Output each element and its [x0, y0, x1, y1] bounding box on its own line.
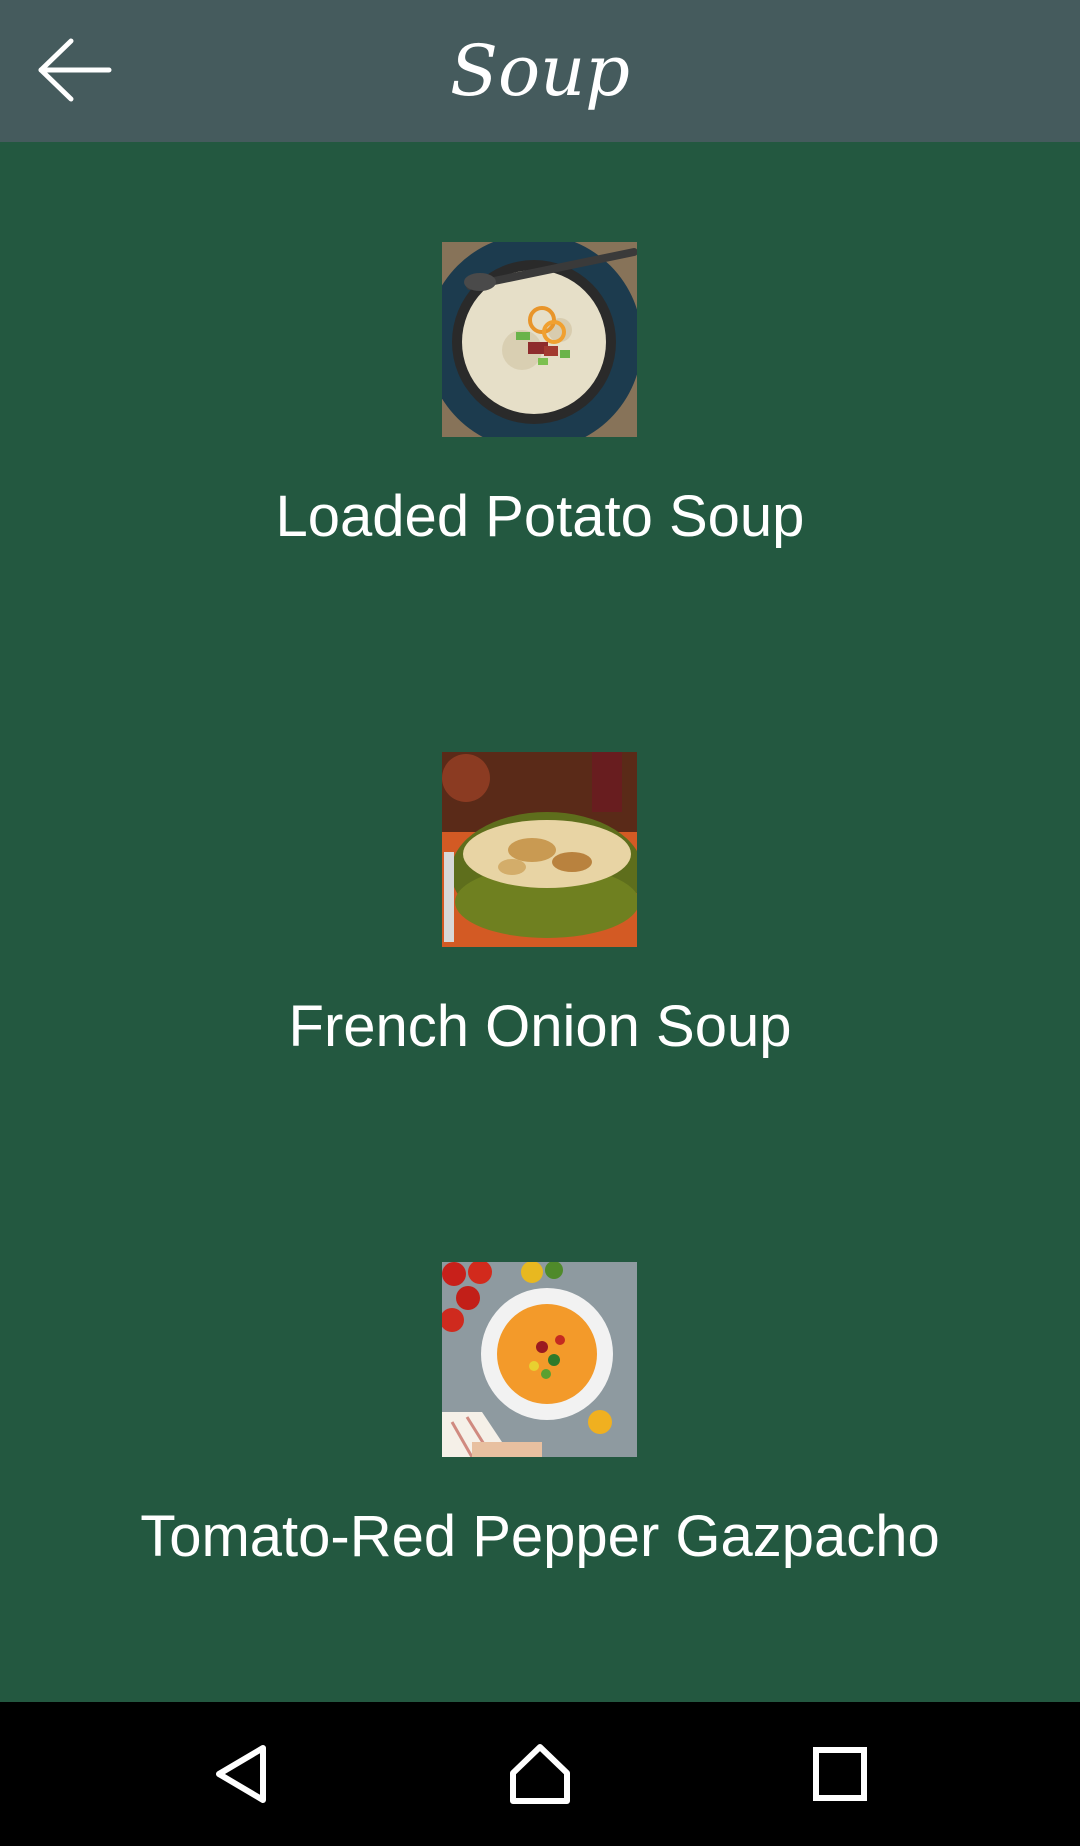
list-item[interactable]: French Onion Soup [0, 652, 1080, 1162]
page-title: Soup [450, 30, 630, 112]
back-button[interactable] [30, 30, 120, 110]
recipe-title: Tomato-Red Pepper Gazpacho [140, 1504, 940, 1569]
french-onion-soup-photo [442, 752, 637, 947]
nav-recents-button[interactable] [790, 1724, 890, 1824]
recipe-list: Loaded Potato Soup French Onion Soup Tom… [0, 142, 1080, 1702]
tomato-red-pepper-gazpacho-photo [442, 1262, 637, 1457]
nav-home-icon [510, 1744, 570, 1804]
recipe-title: French Onion Soup [288, 994, 792, 1059]
nav-back-icon [216, 1745, 266, 1803]
arrow-left-icon [38, 38, 112, 102]
system-nav-bar [0, 1702, 1080, 1846]
nav-recents-icon [813, 1747, 867, 1801]
nav-home-button[interactable] [490, 1724, 590, 1824]
recipe-title: Loaded Potato Soup [275, 484, 805, 549]
list-item[interactable]: Tomato-Red Pepper Gazpacho [0, 1162, 1080, 1672]
loaded-potato-soup-photo [442, 242, 637, 437]
list-item[interactable]: Loaded Potato Soup [0, 142, 1080, 652]
nav-back-button[interactable] [191, 1724, 291, 1824]
app-bar: Soup [0, 0, 1080, 142]
